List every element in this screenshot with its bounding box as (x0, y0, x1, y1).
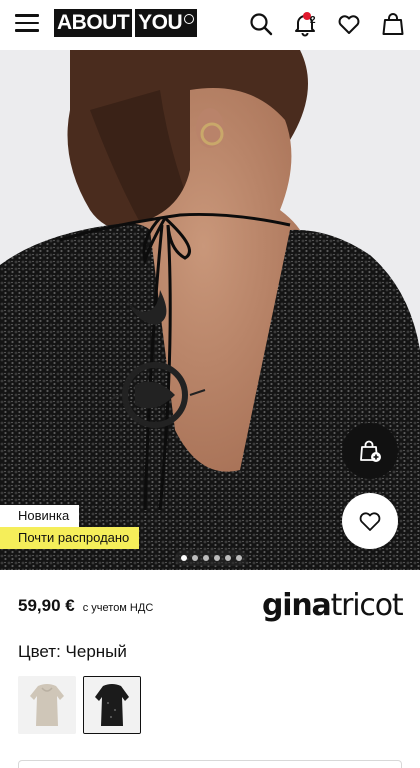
add-to-wishlist-button[interactable] (342, 493, 398, 549)
product-price: 59,90 € (18, 596, 75, 615)
badge-almost-sold-out: Почти распродано (0, 527, 140, 549)
logo-word-you-text: YOU (138, 11, 183, 34)
logo-word-about: ABOUT (54, 9, 133, 37)
brand-part-1: gina (262, 588, 332, 623)
bag-icon[interactable] (379, 10, 407, 38)
color-label: Цвет: Черный (18, 642, 127, 661)
about-you-logo[interactable]: ABOUT YOU (54, 9, 198, 37)
gallery-dot[interactable] (180, 555, 187, 561)
notification-count: 2 (310, 15, 316, 26)
menu-icon[interactable] (15, 13, 39, 33)
notifications-button[interactable]: 2 (291, 10, 319, 38)
vat-note: с учетом НДС (82, 602, 154, 614)
product-photo (0, 50, 420, 570)
color-swatch-black[interactable] (83, 676, 141, 734)
product-image-gallery[interactable]: Новинка Почти распродано (0, 50, 420, 570)
gallery-dot[interactable] (213, 555, 220, 561)
gallery-dot[interactable] (202, 555, 209, 561)
gallery-dot[interactable] (224, 555, 231, 561)
price-row: 59,90 € с учетом НДС (18, 596, 153, 616)
top-bar: ABOUT YOU 2 (0, 0, 420, 50)
color-swatch-beige[interactable] (18, 676, 76, 734)
search-icon[interactable] (247, 10, 275, 38)
brand-part-2: tricot (330, 588, 404, 623)
logo-word-you: YOU (135, 9, 198, 37)
gallery-dot[interactable] (191, 555, 198, 561)
size-selector-card[interactable] (18, 760, 402, 768)
bag-plus-icon (360, 440, 381, 462)
heart-icon (359, 512, 381, 531)
gallery-dot[interactable] (235, 555, 242, 561)
black-dress-thumbnail (84, 677, 140, 733)
badge-new: Новинка (0, 505, 80, 527)
beige-dress-thumbnail (18, 676, 76, 734)
wishlist-icon[interactable] (335, 10, 363, 38)
gallery-pagination (175, 550, 247, 566)
add-to-bag-button[interactable] (342, 423, 398, 479)
brand-logo[interactable]: ginatricot (262, 588, 404, 623)
